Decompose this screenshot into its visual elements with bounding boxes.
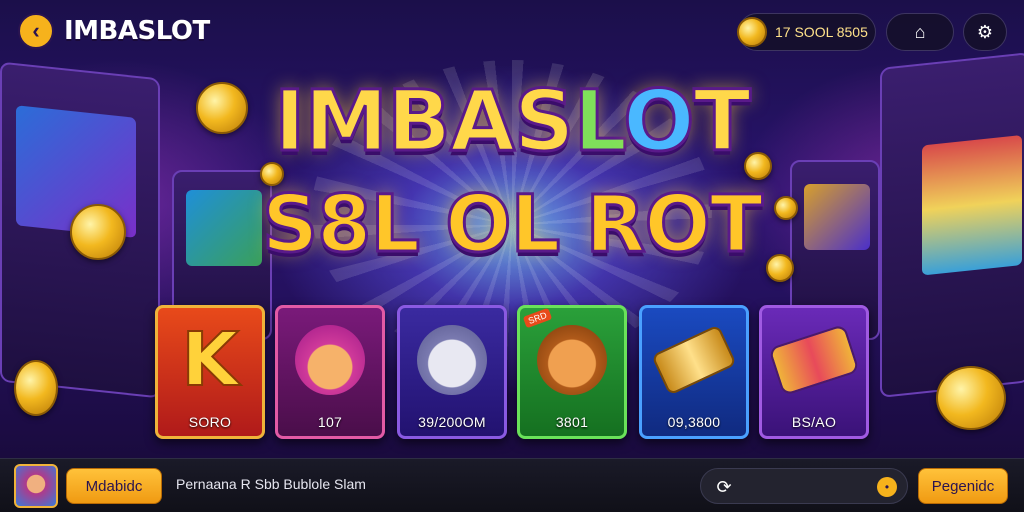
- k-glyph-icon: K: [180, 316, 239, 404]
- game-tile[interactable]: K SORO: [155, 305, 265, 439]
- game-tile-label: 107: [317, 414, 343, 430]
- wolf-character-icon: [417, 325, 487, 395]
- bottom-bar: Mdabidc Pernaana R Sbb Bublole Slam ⟳ • …: [0, 458, 1024, 512]
- game-tile-label: 39/200OM: [418, 414, 486, 430]
- hero-logo-line-1: IMBASLOT: [273, 71, 753, 172]
- game-tile-label: 09,3800: [667, 414, 721, 430]
- game-tile-row: K SORO 107 39/200OM SRD 3801 09,3800 BS/…: [155, 305, 871, 441]
- game-tile-label: SORO: [188, 414, 232, 430]
- game-tile[interactable]: BS/AO: [759, 305, 869, 439]
- game-tile[interactable]: SRD 3801: [517, 305, 627, 439]
- back-button[interactable]: ‹: [18, 13, 54, 49]
- fox-character-icon: [537, 325, 607, 395]
- scroll-icon: [651, 324, 737, 396]
- coin-icon: [936, 366, 1006, 430]
- primary-button[interactable]: Mdabidc: [66, 468, 162, 504]
- game-tile[interactable]: 39/200OM: [397, 305, 507, 439]
- coin-icon: [14, 360, 58, 416]
- coin-icon: [737, 17, 767, 47]
- app-title: IMBASLOT: [64, 16, 210, 46]
- refresh-icon: ⟳: [716, 476, 732, 497]
- home-icon: ⌂: [914, 21, 926, 42]
- balance-display[interactable]: 17 SOOL 8505: [737, 13, 876, 51]
- search-action-button[interactable]: •: [877, 477, 897, 497]
- avatar[interactable]: [14, 464, 58, 508]
- game-tile-label: BS/AO: [791, 414, 837, 430]
- game-art: [278, 308, 382, 412]
- slot-reel-icon: [768, 323, 860, 397]
- hero-logo-line-2: S8L OL ROT: [260, 179, 764, 272]
- game-tile[interactable]: 09,3800: [639, 305, 749, 439]
- game-tile[interactable]: 107: [275, 305, 385, 439]
- game-art: [520, 308, 624, 412]
- top-bar: ‹ IMBASLOT 17 SOOL 8505 ⌂ ⚙: [0, 0, 1024, 62]
- game-art: K: [158, 308, 262, 412]
- settings-button[interactable]: ⚙: [963, 13, 1007, 51]
- account-button[interactable]: ⌂: [886, 13, 954, 51]
- lion-character-icon: [295, 325, 365, 395]
- game-lobby-background: IMBASLOT S8L OL ROT K SORO 107 39/200OM …: [0, 0, 1024, 458]
- game-art: [762, 308, 866, 412]
- secondary-button[interactable]: Pegenidc: [918, 468, 1008, 504]
- search-input[interactable]: ⟳ •: [700, 468, 908, 504]
- gear-icon: ⚙: [976, 21, 994, 42]
- game-art: [642, 308, 746, 412]
- chevron-left-icon: ‹: [32, 18, 40, 43]
- balance-value: 17 SOOL 8505: [775, 24, 868, 40]
- game-tile-label: 3801: [555, 414, 589, 430]
- game-art: [400, 308, 504, 412]
- news-ticker: Pernaana R Sbb Bublole Slam: [176, 476, 366, 492]
